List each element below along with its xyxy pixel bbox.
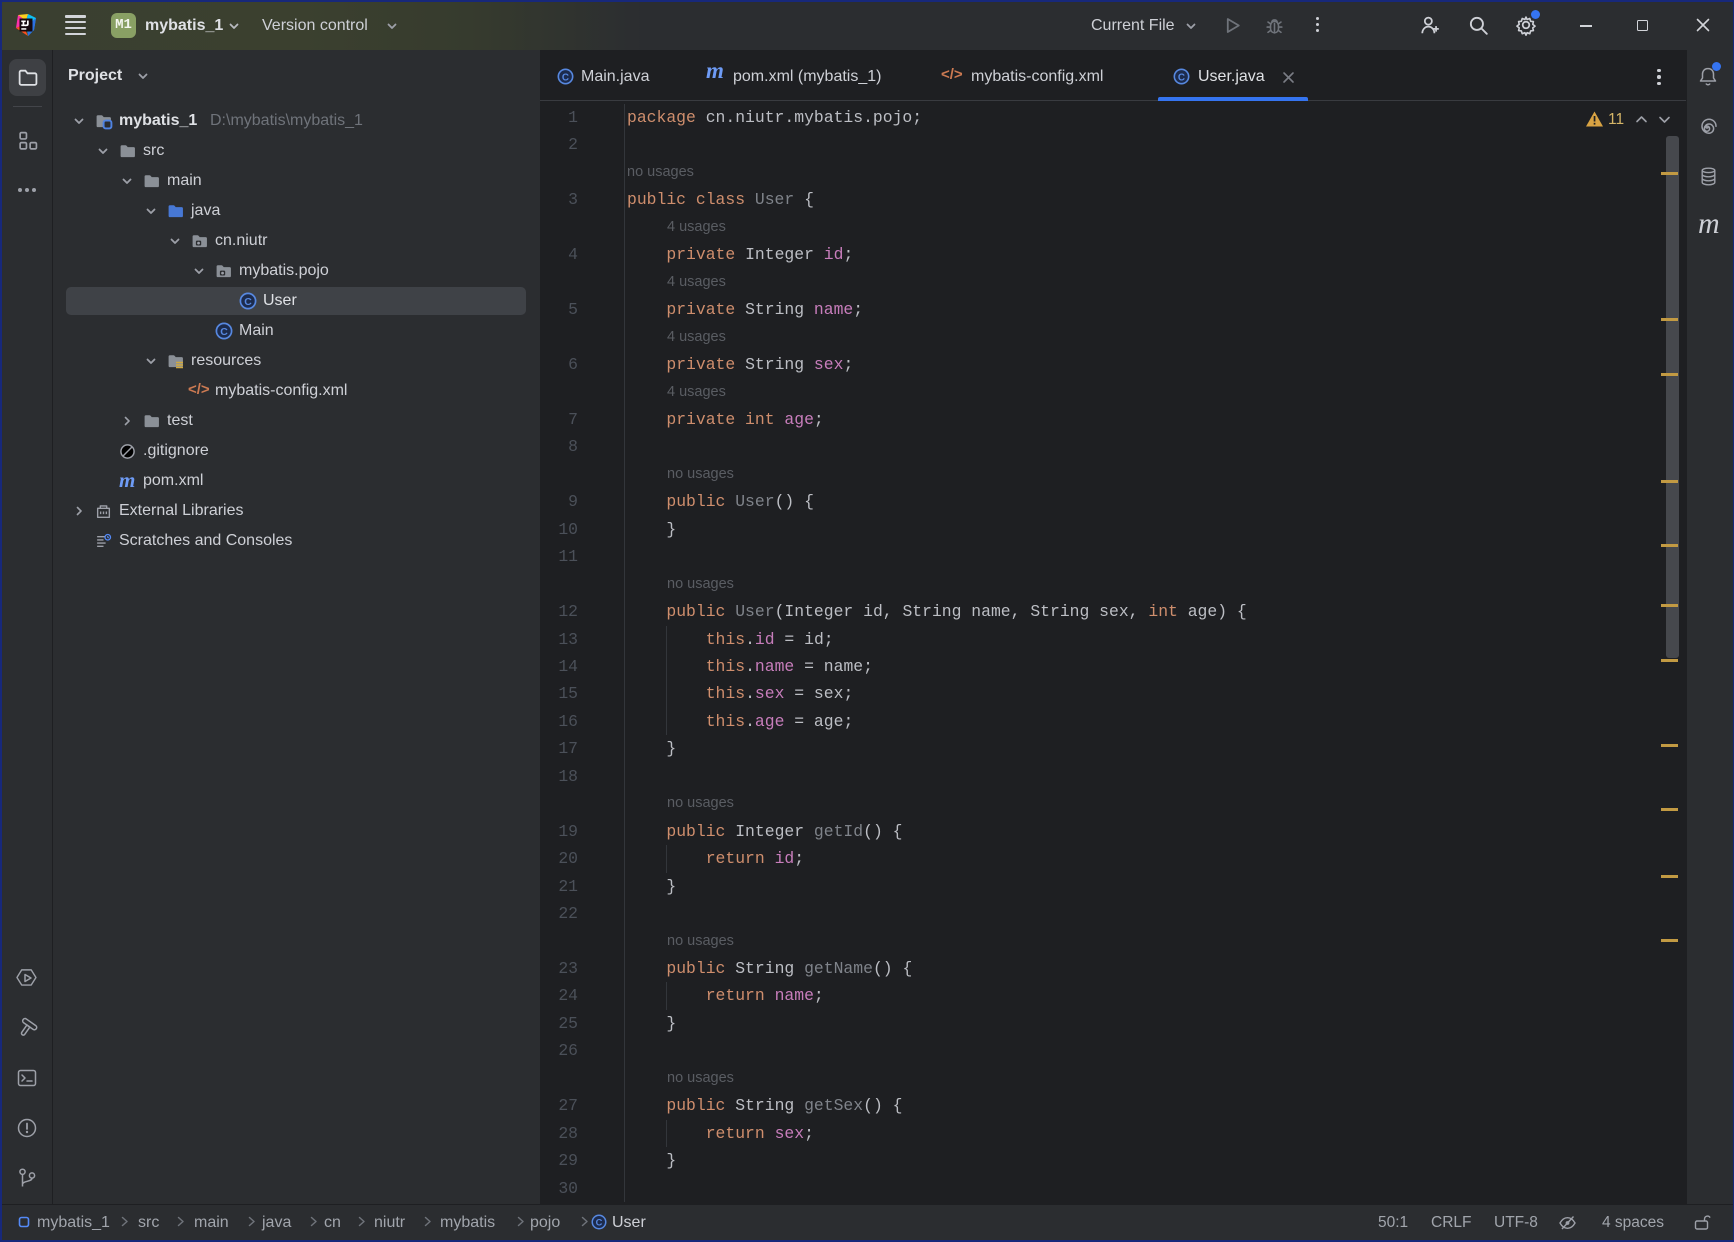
svg-text:C: C <box>562 72 569 83</box>
svg-text:C: C <box>244 296 252 308</box>
svg-text:C: C <box>596 1218 603 1228</box>
svg-text:C: C <box>220 326 228 338</box>
svg-text:C: C <box>1178 72 1185 83</box>
